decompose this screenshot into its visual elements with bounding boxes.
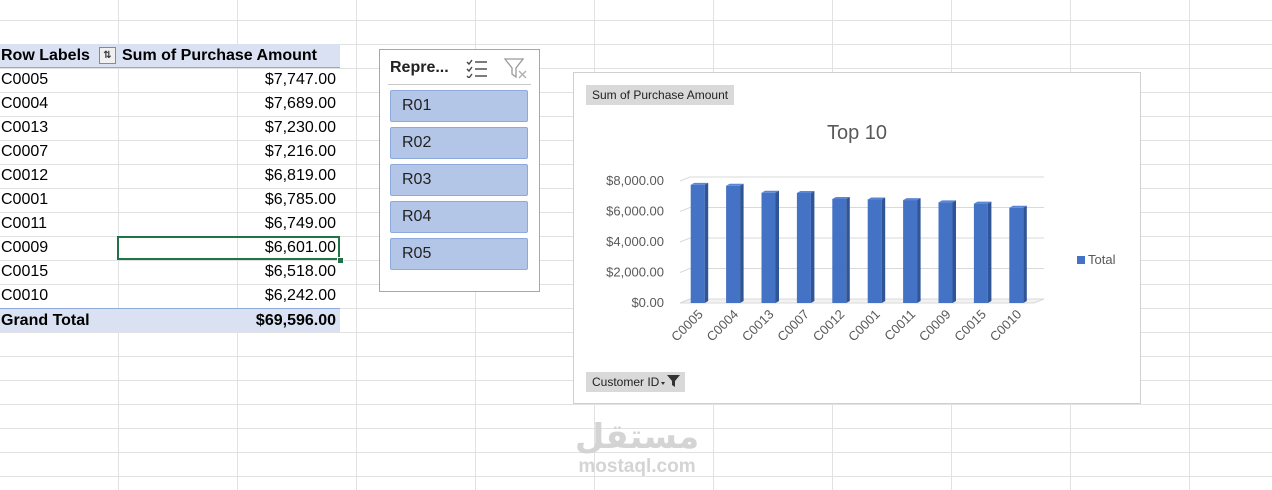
slicer-item[interactable]: R04 — [390, 201, 528, 233]
slicer-item[interactable]: R01 — [390, 90, 528, 122]
bar-side — [1023, 205, 1027, 303]
x-tick-label: C0009 — [916, 307, 954, 345]
pivot-chart[interactable]: Sum of Purchase Amount Top 10 $0.00 $2,00… — [573, 72, 1141, 404]
row-label: C0005 — [1, 71, 49, 88]
row-value: $6,819.00 — [264, 167, 336, 184]
fill-handle[interactable] — [337, 257, 344, 264]
x-tick-label: C0001 — [845, 307, 883, 345]
x-tick-label: C0012 — [810, 307, 848, 345]
table-row[interactable]: C0007 $7,216.00 — [0, 140, 340, 164]
bar[interactable] — [690, 184, 705, 303]
row-value: $6,749.00 — [264, 215, 336, 232]
bar-side — [740, 183, 744, 303]
bar-side — [704, 182, 709, 303]
grand-total-row[interactable]: Grand Total $69,596.00 — [0, 308, 340, 332]
bar[interactable] — [903, 200, 918, 303]
table-row[interactable]: C0005 $7,747.00 — [0, 68, 340, 92]
bar-side — [987, 201, 992, 303]
row-label: C0010 — [1, 287, 49, 304]
table-row[interactable]: C0015 $6,518.00 — [0, 260, 340, 284]
slicer-divider — [388, 84, 531, 85]
y-tick-label: $0.00 — [631, 295, 664, 310]
row-label: C0012 — [1, 167, 49, 184]
bar[interactable] — [726, 185, 741, 303]
legend-swatch — [1077, 256, 1085, 264]
filter-dropdown-icon[interactable] — [661, 372, 681, 396]
row-value: $6,518.00 — [264, 263, 336, 280]
slicer-title: Repre... — [390, 59, 449, 76]
bar-side — [810, 190, 815, 303]
row-label: C0011 — [1, 215, 47, 232]
table-row[interactable]: C0001 $6,785.00 — [0, 188, 340, 212]
slicer-item[interactable]: R02 — [390, 127, 528, 159]
slicer-item[interactable]: R03 — [390, 164, 528, 196]
grand-total-value: $69,596.00 — [255, 312, 336, 329]
multi-select-icon[interactable] — [466, 58, 488, 83]
watermark-arabic: مستقل — [574, 417, 700, 457]
x-tick-label: C0013 — [739, 307, 777, 345]
pivot-header-row: Row Labels ⇅ Sum of Purchase Amount — [0, 44, 340, 68]
x-tick-label: C0010 — [987, 307, 1025, 345]
watermark-latin: mostaql.com — [578, 456, 696, 477]
y-tick-label: $2,000.00 — [606, 265, 664, 280]
bar-side — [952, 200, 956, 303]
gridline — [679, 176, 1044, 182]
row-label: C0001 — [1, 191, 49, 208]
bar-side — [881, 197, 886, 303]
row-label: C0013 — [1, 119, 49, 136]
x-tick-label: C0015 — [951, 307, 989, 345]
x-tick-label: C0007 — [774, 307, 812, 345]
x-tick-label: C0005 — [668, 307, 706, 345]
bar[interactable] — [796, 192, 811, 303]
slicer-item[interactable]: R05 — [390, 238, 528, 270]
axis-field-button[interactable]: Customer ID — [586, 372, 686, 392]
bar-side — [846, 197, 850, 303]
selected-cell[interactable] — [117, 236, 340, 260]
row-value: $6,785.00 — [264, 191, 336, 208]
x-tick-label: C0011 — [881, 307, 918, 344]
row-labels-header[interactable]: Row Labels — [1, 44, 90, 68]
bar[interactable] — [867, 199, 882, 303]
filter-sort-icon[interactable]: ⇅ — [99, 47, 116, 64]
bar-side — [775, 190, 779, 303]
row-value: $7,689.00 — [264, 95, 336, 112]
y-tick-label: $6,000.00 — [606, 204, 664, 219]
table-row[interactable]: C0012 $6,819.00 — [0, 164, 340, 188]
chart-plot: $0.00 $2,000.00 $4,000.00 $6,000.00 $8,000.0… — [606, 173, 1116, 345]
row-label: C0004 — [1, 95, 49, 112]
grand-total-label: Grand Total — [1, 312, 90, 329]
row-value: $7,230.00 — [264, 119, 336, 136]
bar[interactable] — [1009, 207, 1024, 303]
table-row[interactable]: C0010 $6,242.00 — [0, 284, 340, 308]
table-row[interactable]: C0004 $7,689.00 — [0, 92, 340, 116]
row-value: $7,747.00 — [264, 71, 336, 88]
y-tick-label: $8,000.00 — [606, 173, 664, 188]
x-tick-label: C0004 — [704, 307, 742, 345]
row-label: C0007 — [1, 143, 49, 160]
table-row[interactable]: C0013 $7,230.00 — [0, 116, 340, 140]
axis-field-label: Customer ID — [592, 375, 660, 389]
row-label: C0009 — [1, 239, 49, 256]
bar[interactable] — [973, 203, 988, 303]
pivot-table: Row Labels ⇅ Sum of Purchase Amount C000… — [0, 44, 340, 332]
row-value: $6,242.00 — [264, 287, 336, 304]
clear-filter-icon[interactable] — [503, 58, 528, 85]
row-value: $7,216.00 — [264, 143, 336, 160]
slicer-panel[interactable]: Repre... R01 R02 R03 R04 R05 — [379, 49, 540, 292]
value-header[interactable]: Sum of Purchase Amount — [122, 44, 317, 68]
bar[interactable] — [832, 199, 847, 303]
y-tick-label: $4,000.00 — [606, 234, 664, 249]
bar[interactable] — [761, 192, 776, 303]
legend-label: Total — [1088, 252, 1116, 267]
row-label: C0015 — [1, 263, 49, 280]
watermark: مستقل mostaql.com — [572, 418, 702, 478]
bar[interactable] — [938, 202, 953, 303]
table-row[interactable]: C0011 $6,749.00 — [0, 212, 340, 236]
bar-side — [917, 198, 921, 303]
